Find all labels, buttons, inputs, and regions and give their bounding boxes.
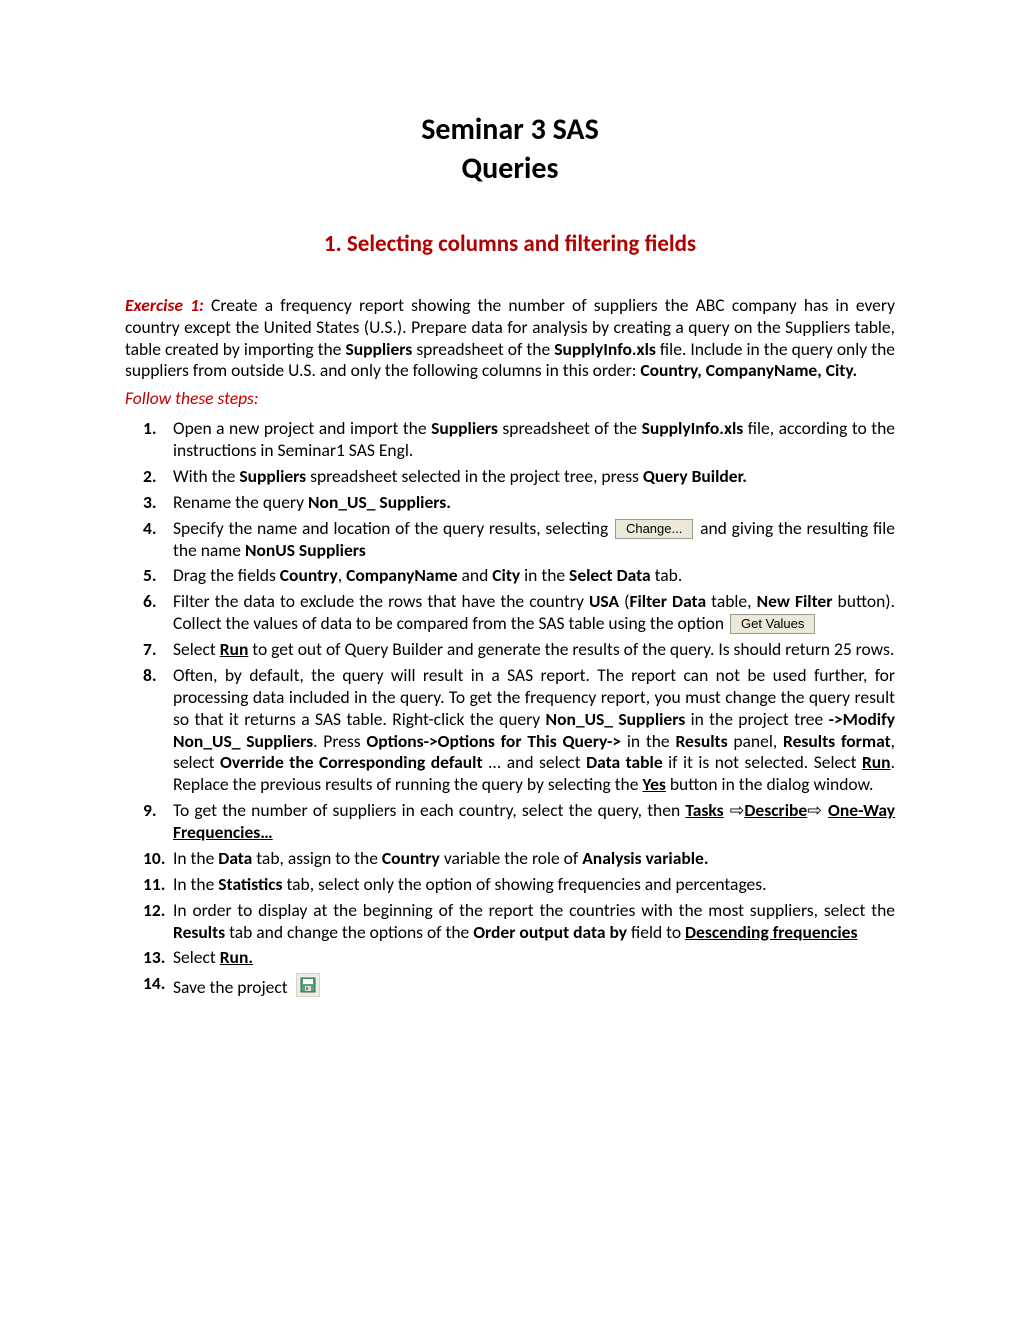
step-1: 1. Open a new project and import the Sup…	[143, 418, 895, 462]
step-4: 4. Specify the name and location of the …	[143, 518, 895, 562]
section-heading: 1. Selecting columns and filtering field…	[125, 230, 895, 259]
step-3: 3. Rename the query Non_US_ Suppliers.	[143, 492, 895, 514]
arrow-right-icon: ⇨	[724, 800, 745, 820]
title-line-2: Queries	[462, 150, 559, 187]
step-6: 6. Filter the data to exclude the rows t…	[143, 591, 895, 635]
step-2: 2. With the Suppliers spreadsheet select…	[143, 466, 895, 488]
step-10: 10. In the Data tab, assign to the Count…	[143, 848, 895, 870]
step-13: 13. Select Run.	[143, 947, 895, 969]
exercise-intro: Exercise 1: Create a frequency report sh…	[125, 295, 895, 383]
change-button[interactable]: Change...	[615, 519, 693, 539]
exercise-label: Exercise 1:	[125, 294, 204, 316]
step-12: 12. In order to display at the beginning…	[143, 900, 895, 944]
step-14: 14. Save the project	[143, 973, 895, 999]
step-11: 11. In the Statistics tab, select only t…	[143, 874, 895, 896]
step-8: 8. Often, by default, the query will res…	[143, 665, 895, 796]
follow-steps-label: Follow these steps:	[125, 388, 895, 410]
get-values-button[interactable]: Get Values	[730, 614, 815, 634]
step-7: 7. Select Run to get out of Query Builde…	[143, 639, 895, 661]
document-page: Seminar 3 SAS Queries 1. Selecting colum…	[0, 0, 1020, 1320]
title-line-1: Seminar 3 SAS	[421, 111, 599, 148]
step-5: 5. Drag the fields Country, CompanyName …	[143, 565, 895, 587]
save-icon	[296, 973, 320, 997]
steps-list: 1. Open a new project and import the Sup…	[125, 418, 895, 999]
step-9: 9. To get the number of suppliers in eac…	[143, 800, 895, 844]
arrow-right-icon: ⇨	[807, 800, 828, 820]
document-title: Seminar 3 SAS Queries	[125, 110, 895, 188]
